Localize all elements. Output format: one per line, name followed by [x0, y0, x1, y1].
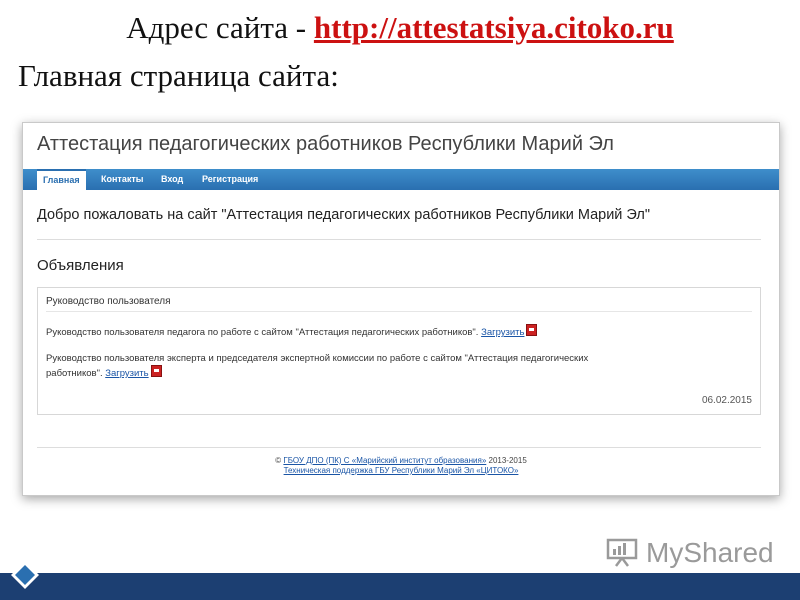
announcement-item: Руководство пользователя эксперта и пред… — [46, 352, 588, 380]
slide-bottom-bar — [0, 573, 800, 600]
footer-support-link[interactable]: Техническая поддержка ГБУ Республики Мар… — [284, 466, 519, 475]
slide-title-prefix: Адрес сайта - — [126, 10, 314, 45]
diamond-icon — [11, 561, 39, 589]
presentation-board-icon — [606, 538, 638, 567]
site-title: Аттестация педагогических работников Рес… — [37, 133, 614, 155]
divider — [46, 311, 752, 312]
slide-title: Адрес сайта - http://attestatsiya.citoko… — [0, 10, 800, 46]
divider — [37, 447, 761, 448]
watermark-text: MyShared — [646, 537, 774, 568]
nav-item-register[interactable]: Регистрация — [202, 169, 258, 190]
download-link[interactable]: Загрузить — [105, 368, 148, 379]
site-nav: Главная Контакты Вход Регистрация — [23, 169, 779, 190]
announcement-box-title: Руководство пользователя — [46, 296, 171, 307]
nav-item-home[interactable]: Главная — [37, 169, 86, 190]
announcement-text: Руководство пользователя педагога по раб… — [46, 327, 482, 338]
footer-org-link[interactable]: ГБОУ ДПО (ПК) С «Марийский институт обра… — [283, 456, 486, 465]
announcements-heading: Объявления — [37, 257, 124, 274]
welcome-text: Добро пожаловать на сайт "Аттестация пед… — [37, 207, 650, 223]
site-footer: © ГБОУ ДПО (ПК) С «Марийский институт об… — [23, 456, 779, 476]
pdf-icon[interactable] — [150, 365, 162, 377]
nav-item-login[interactable]: Вход — [161, 169, 183, 190]
site-header: Аттестация педагогических работников Рес… — [23, 123, 779, 170]
announcement-text-line1: Руководство пользователя эксперта и пред… — [46, 353, 589, 364]
divider — [37, 239, 761, 240]
announcement-date: 06.02.2015 — [701, 395, 752, 406]
download-link[interactable]: Загрузить — [481, 327, 524, 338]
slide-subtitle: Главная страница сайта: — [18, 58, 339, 93]
announcement-item: Руководство пользователя педагога по раб… — [46, 324, 538, 339]
announcement-box: Руководство пользователя Руководство пол… — [37, 287, 761, 415]
announcement-text-line2: работников". — [46, 368, 106, 379]
site-url-link[interactable]: http://attestatsiya.citoko.ru — [314, 10, 674, 45]
nav-item-contacts[interactable]: Контакты — [101, 169, 143, 190]
footer-years: 2013-2015 — [486, 456, 527, 465]
website-screenshot: Аттестация педагогических работников Рес… — [22, 122, 780, 496]
pdf-icon[interactable] — [526, 324, 538, 336]
